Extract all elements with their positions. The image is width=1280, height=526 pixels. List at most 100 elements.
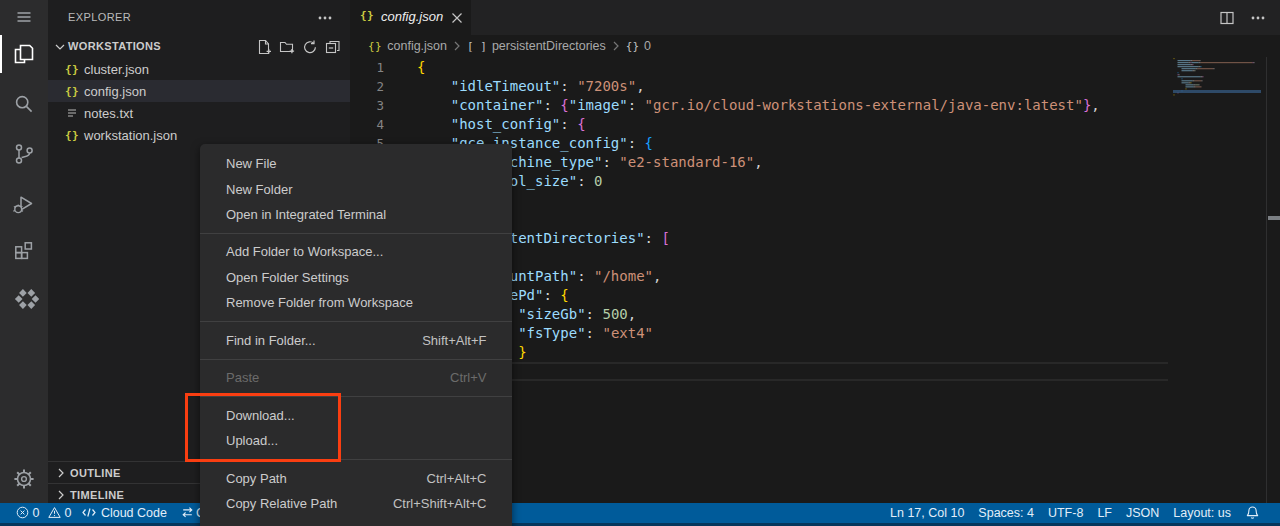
status-item-cursor-position[interactable]: Ln 17, Col 10: [883, 503, 971, 523]
code-line-1: 1{: [350, 58, 1168, 77]
menu-item-remove-folder-from-workspace[interactable]: Remove Folder from Workspace: [200, 290, 512, 315]
sidebar-title-row: EXPLORER: [48, 0, 350, 35]
cloud-code-icon: [9, 288, 39, 310]
json-symbol-icon: {}: [368, 40, 382, 53]
new-file-icon[interactable]: [256, 39, 272, 55]
status-item-problems[interactable]: 00: [9, 503, 78, 523]
menu-item-add-folder-to-workspace[interactable]: Add Folder to Workspace...: [200, 239, 512, 264]
menu-item-label: New File: [226, 156, 277, 171]
breadcrumb-separator-icon: [610, 40, 622, 52]
line-number[interactable]: 4: [350, 115, 384, 134]
more-icon[interactable]: [1249, 9, 1267, 27]
timeline-panel-label: TIMELINE: [70, 489, 124, 501]
minimap[interactable]: [1168, 57, 1266, 503]
status-item-language-mode[interactable]: JSON: [1119, 503, 1166, 523]
collapse-all-icon[interactable]: [325, 39, 341, 55]
activity-bar-item-run-and-debug[interactable]: [0, 182, 48, 226]
menu-item-label: Paste: [226, 370, 259, 385]
minimap-lines: [1168, 57, 1266, 503]
menu-item-copy-path[interactable]: Copy Path Ctrl+Alt+C: [200, 466, 512, 491]
more-icon[interactable]: [316, 9, 334, 27]
tab-config-json[interactable]: {} config.json: [350, 0, 471, 35]
file-item-config.json[interactable]: {}config.json: [48, 80, 350, 102]
workstations-section-header[interactable]: WORKSTATIONS: [48, 36, 350, 58]
activity-bar-item-search[interactable]: [0, 82, 48, 126]
extensions-icon: [11, 237, 37, 263]
menu-separator: [200, 233, 512, 234]
status-item-eol[interactable]: LF: [1090, 503, 1119, 523]
activity-bar-item-explorer[interactable]: [0, 32, 48, 76]
gear-icon: [11, 466, 37, 492]
status-item-notifications[interactable]: [1238, 503, 1267, 523]
status-text: UTF-8: [1048, 506, 1083, 520]
file-item-notes.txt[interactable]: notes.txt: [48, 102, 350, 124]
status-text: Layout: us: [1173, 506, 1231, 520]
line-number[interactable]: 1: [350, 58, 384, 77]
menu-item-shortcut: Ctrl+Alt+C: [427, 471, 487, 486]
menu-item-label: Find in Folder...: [226, 333, 316, 348]
file-item-workstation.json[interactable]: {}workstation.json: [48, 124, 350, 146]
status-item-encoding[interactable]: UTF-8: [1041, 503, 1090, 523]
close-icon[interactable]: [449, 10, 465, 26]
menu-item-find-in-folder[interactable]: Find in Folder... Shift+Alt+F: [200, 328, 512, 353]
breadcrumb: {}config.json [ ]persistentDirectories {} 0: [350, 35, 1280, 57]
code-line-4: 4 "host_config": {: [350, 115, 1168, 134]
menu-item-paste: Paste Ctrl+V: [200, 365, 512, 390]
breadcrumb-item-0[interactable]: {} 0: [626, 39, 651, 53]
json-file-icon: {}: [64, 61, 80, 77]
chevron-down-icon: [52, 39, 68, 55]
chevron-right-icon: [53, 487, 69, 503]
object-symbol-icon: {}: [626, 40, 639, 53]
file-label: notes.txt: [84, 106, 133, 121]
menu-item-label: Copy Relative Path: [226, 496, 337, 511]
breadcrumb-item-config.json[interactable]: {}config.json: [368, 39, 447, 53]
code-line-3: 3 "container": {"image": "gcr.io/cloud-w…: [350, 96, 1168, 115]
file-label: cluster.json: [84, 62, 149, 77]
new-folder-icon[interactable]: [279, 39, 295, 55]
menu-item-new-folder[interactable]: New Folder: [200, 176, 512, 201]
status-bar: 00Cloud CodeCloud Code Ln 17, Col 10Spac…: [0, 503, 1280, 523]
status-item-cloud-code[interactable]: Cloud Code: [74, 503, 174, 523]
menu-item-open-in-integrated-terminal[interactable]: Open in Integrated Terminal: [200, 202, 512, 227]
split-editor-icon[interactable]: [1218, 9, 1236, 27]
activity-bar-item-extensions[interactable]: [0, 228, 48, 272]
status-bar-right: Ln 17, Col 10 Spaces: 4 UTF-8 LFJSON Layout:…: [883, 503, 1280, 523]
array-symbol-icon: [ ]: [467, 40, 487, 53]
menu-item-shortcut: Shift+Alt+F: [422, 333, 486, 348]
status-text: Cloud Code: [101, 506, 167, 520]
line-number[interactable]: 3: [350, 96, 384, 115]
tab-label: config.json: [381, 9, 443, 24]
json-file-icon: {}: [64, 83, 80, 99]
breadcrumb-label: 0: [644, 39, 651, 53]
refresh-icon[interactable]: [302, 39, 318, 55]
file-item-cluster.json[interactable]: {} cluster.json: [48, 58, 350, 80]
outline-panel-label: OUTLINE: [70, 467, 121, 479]
menu-item-open-folder-settings[interactable]: Open Folder Settings: [200, 265, 512, 290]
code-line-2: 2 "idleTimeout": "7200s",: [350, 77, 1168, 96]
status-item-keyboard-layout[interactable]: Layout: us: [1166, 503, 1238, 523]
menu-item-new-file[interactable]: New File: [200, 151, 512, 176]
status-item-indentation[interactable]: Spaces: 4: [971, 503, 1041, 523]
bell-icon: [1245, 505, 1260, 520]
line-number[interactable]: 2: [350, 77, 384, 96]
menu-item-label: Remove Folder from Workspace: [226, 295, 413, 310]
text-file-icon: [64, 105, 80, 121]
menu-item-label: Copy Path: [226, 471, 287, 486]
activity-bar-item-manage[interactable]: [0, 457, 48, 501]
breadcrumb-item-persistentDirectories[interactable]: [ ]persistentDirectories: [467, 39, 606, 53]
activity-bar-item-source-control[interactable]: [0, 132, 48, 176]
menu-item-shortcut: Ctrl+V: [450, 370, 486, 385]
json-file-icon: {}: [64, 127, 80, 143]
overview-ruler-cursor-mark: [1268, 216, 1280, 220]
explorer-actions: [256, 39, 341, 55]
menu-icon: [15, 8, 33, 26]
activity-bar-item-menu[interactable]: [0, 0, 48, 34]
error-icon: [16, 506, 29, 519]
status-text: 0: [33, 506, 40, 520]
swap-icon: [181, 506, 194, 519]
activity-bar-item-cloud-code[interactable]: [0, 277, 48, 321]
editor-actions: [1218, 0, 1267, 35]
menu-item-copy-relative-path[interactable]: Copy Relative PathCtrl+Shift+Alt+C: [200, 491, 512, 516]
status-text: Spaces: 4: [978, 506, 1034, 520]
menu-item-label: New Folder: [226, 182, 292, 197]
